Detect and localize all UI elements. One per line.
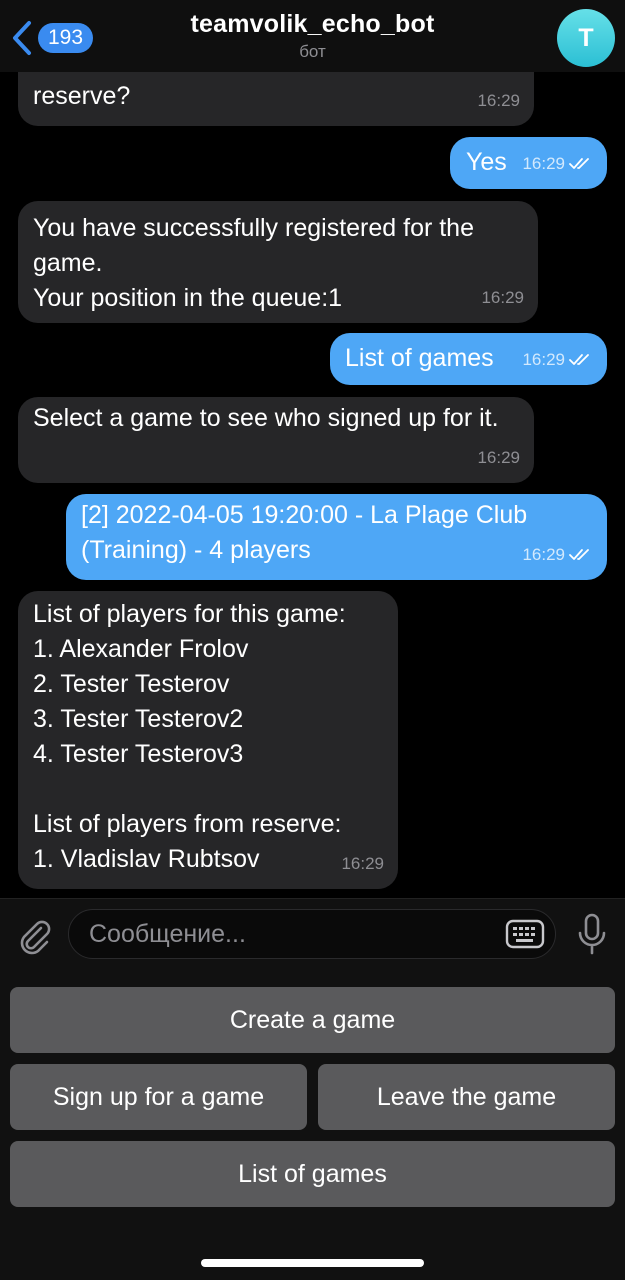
double-check-icon <box>569 353 589 365</box>
avatar[interactable]: T <box>557 9 615 67</box>
incoming-message[interactable]: You have successfully registered for the… <box>18 201 538 323</box>
message-composer: Сообщение... <box>0 898 625 972</box>
message-text: List of players for this game: 1. Alexan… <box>33 600 346 873</box>
chat-header: 193 teamvolik_echo_bot бот T <box>0 0 625 72</box>
message-text: [2] 2022-04-05 19:20:00 - La Plage Club … <box>81 501 535 564</box>
create-game-button[interactable]: Create a game <box>10 987 615 1053</box>
bot-keyboard-icon[interactable] <box>505 918 545 950</box>
message-time: 16:29 <box>522 342 593 377</box>
chat-title[interactable]: teamvolik_echo_bot <box>0 10 625 39</box>
incoming-message[interactable]: Select a game to see who signed up for i… <box>18 397 534 483</box>
chat-subtitle: бот <box>299 42 326 61</box>
message-text: Yes <box>466 148 507 176</box>
outgoing-message[interactable]: List of games 16:29 <box>330 333 607 385</box>
message-text: You have successfully registered for the… <box>33 214 474 312</box>
message-text: reserve? <box>33 82 131 110</box>
paperclip-icon[interactable] <box>14 915 54 955</box>
message-list[interactable]: reserve? 16:29 Yes 16:29 You have succes… <box>0 72 625 898</box>
message-time: 16:29 <box>481 288 524 307</box>
message-time: 16:29 <box>477 448 520 467</box>
incoming-message[interactable]: List of players for this game: 1. Alexan… <box>18 591 398 889</box>
message-input[interactable]: Сообщение... <box>68 909 556 959</box>
home-indicator[interactable] <box>201 1259 424 1267</box>
message-time: 16:29 <box>477 91 520 110</box>
microphone-icon[interactable] <box>577 913 607 957</box>
outgoing-message[interactable]: Yes 16:29 <box>450 137 607 189</box>
message-time: 16:29 <box>522 146 593 181</box>
double-check-icon <box>569 548 589 560</box>
list-games-button[interactable]: List of games <box>10 1141 615 1207</box>
message-text: List of games <box>345 344 494 372</box>
leave-game-button[interactable]: Leave the game <box>318 1064 615 1130</box>
message-input-placeholder: Сообщение... <box>89 920 246 948</box>
outgoing-message[interactable]: [2] 2022-04-05 19:20:00 - La Plage Club … <box>66 494 607 580</box>
double-check-icon <box>569 157 589 169</box>
message-time: 16:29 <box>341 854 384 873</box>
bot-reply-keyboard: Create a game Sign up for a game Leave t… <box>0 971 625 1280</box>
message-text: Select a game to see who signed up for i… <box>33 404 499 432</box>
sign-up-game-button[interactable]: Sign up for a game <box>10 1064 307 1130</box>
incoming-message[interactable]: reserve? 16:29 <box>18 72 534 126</box>
message-time: 16:29 <box>522 537 593 572</box>
